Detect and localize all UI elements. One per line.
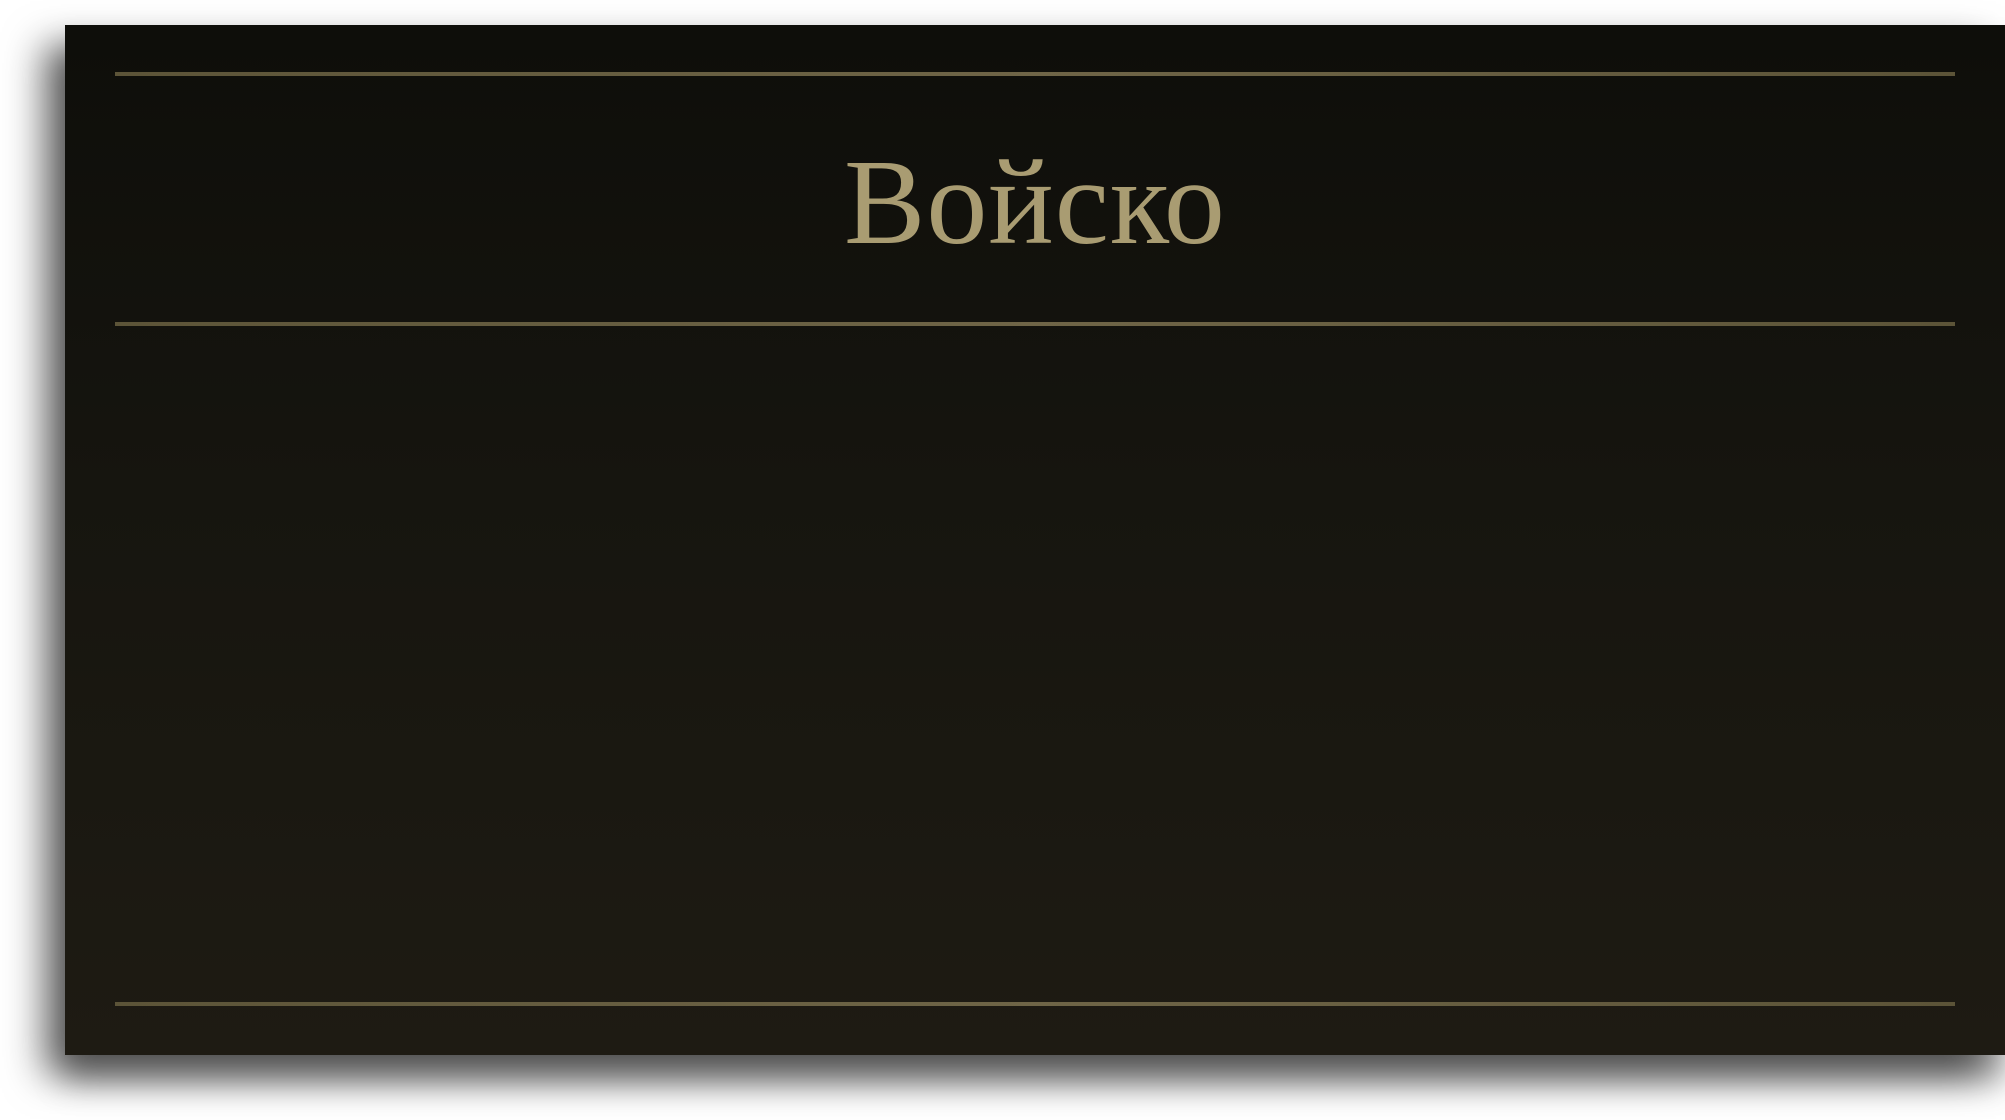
panel-title: Войско: [844, 135, 1226, 270]
army-content-area: [115, 326, 1955, 1002]
bottom-divider: [115, 1002, 1955, 1006]
army-panel: Войско: [65, 25, 2005, 1055]
top-divider: [115, 72, 1955, 76]
